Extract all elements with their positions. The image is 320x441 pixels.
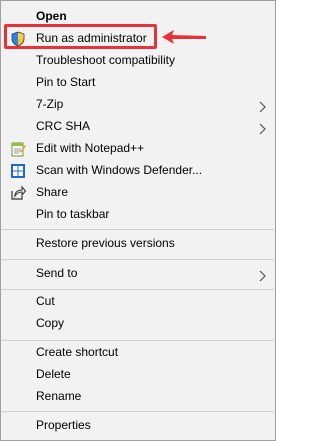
menu-item-copy[interactable]: Copy xyxy=(1,313,275,334)
menu-separator xyxy=(2,340,274,341)
menu-item-create-shortcut-label: Create shortcut xyxy=(36,345,119,359)
menu-separator xyxy=(2,259,274,260)
menu-item-rename[interactable]: Rename xyxy=(1,386,275,407)
menu-separator xyxy=(2,289,274,290)
menu-item-restore-label: Restore previous versions xyxy=(36,236,175,250)
menu-item-crc-sha-label: CRC SHA xyxy=(36,119,91,133)
chevron-right-icon xyxy=(259,99,267,113)
menu-item-rename-label: Rename xyxy=(36,389,82,403)
menu-item-pin-to-start[interactable]: Pin to Start xyxy=(1,72,275,93)
red-arrow-icon xyxy=(162,30,206,44)
menu-item-troubleshoot-compatibility[interactable]: Troubleshoot compatibility xyxy=(1,50,275,71)
menu-item-7zip[interactable]: 7-Zip xyxy=(1,94,275,115)
menu-item-edit-with-notepad[interactable]: Edit with Notepad++ xyxy=(1,138,275,159)
menu-item-properties-label: Properties xyxy=(36,418,91,432)
menu-item-share-label: Share xyxy=(36,185,69,199)
menu-item-7zip-label: 7-Zip xyxy=(36,97,64,111)
menu-item-copy-label: Copy xyxy=(36,316,65,330)
menu-item-create-shortcut[interactable]: Create shortcut xyxy=(1,342,275,363)
menu-item-pin-to-start-label: Pin to Start xyxy=(36,75,96,89)
menu-item-cut[interactable]: Cut xyxy=(1,291,275,312)
menu-item-send-to[interactable]: Send to xyxy=(1,263,275,284)
menu-item-scan-with-defender[interactable]: Scan with Windows Defender... xyxy=(1,160,275,181)
menu-item-cut-label: Cut xyxy=(36,294,55,308)
menu-item-delete-label: Delete xyxy=(36,367,71,381)
menu-separator xyxy=(2,411,274,412)
chevron-right-icon xyxy=(259,268,267,282)
windows-defender-icon xyxy=(10,163,26,179)
menu-item-delete[interactable]: Delete xyxy=(1,364,275,385)
menu-separator xyxy=(2,229,274,230)
menu-item-pin-to-taskbar[interactable]: Pin to taskbar xyxy=(1,204,275,225)
menu-item-restore-previous-versions[interactable]: Restore previous versions xyxy=(1,233,275,254)
menu-item-share[interactable]: Share xyxy=(1,182,275,203)
notepad-plus-plus-icon xyxy=(10,141,26,157)
menu-item-troubleshoot-label: Troubleshoot compatibility xyxy=(36,53,175,67)
menu-item-crc-sha[interactable]: CRC SHA xyxy=(1,116,275,137)
menu-item-properties[interactable]: Properties xyxy=(1,415,275,436)
menu-item-scan-with-defender-label: Scan with Windows Defender... xyxy=(36,163,203,177)
menu-item-edit-with-notepad-label: Edit with Notepad++ xyxy=(36,141,145,155)
highlight-box xyxy=(4,24,157,49)
chevron-right-icon xyxy=(259,121,267,135)
menu-item-send-to-label: Send to xyxy=(36,266,78,280)
share-icon xyxy=(10,185,27,201)
context-menu: Open Run as administrator Troubleshoot c… xyxy=(0,0,276,441)
menu-item-pin-to-taskbar-label: Pin to taskbar xyxy=(36,207,110,221)
